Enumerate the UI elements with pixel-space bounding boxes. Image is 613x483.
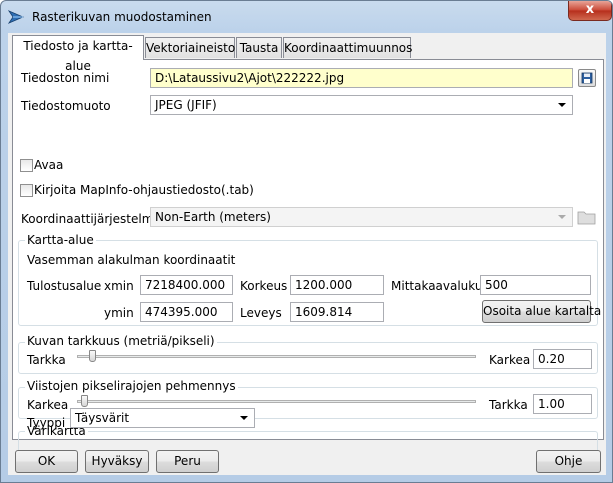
file-format-label: Tiedostomuoto <box>21 99 111 113</box>
file-format-select[interactable]: JPEG (JFIF) <box>150 95 573 115</box>
resolution-left-label: Tarkka <box>27 353 66 367</box>
apply-button[interactable]: Hyväksy <box>85 450 149 473</box>
chevron-down-icon <box>558 215 566 219</box>
smoothing-input[interactable]: 1.00 <box>533 394 592 414</box>
smoothing-title: Viistojen pikselirajojen pehmennys <box>25 379 238 393</box>
tab-panel: Tiedoston nimi D:\Lataussivu2\Ajot\22222… <box>12 59 604 467</box>
width-input[interactable]: 1609.814 <box>290 302 384 322</box>
window-title: Rasterikuvan muodostaminen <box>32 10 212 24</box>
map-area-subtitle: Vasemman alakulman koordinaatit <box>27 253 236 267</box>
chevron-down-icon <box>240 416 248 420</box>
folder-icon[interactable] <box>577 209 597 225</box>
open-checkbox[interactable] <box>20 159 33 172</box>
xmin-label: xmin <box>104 279 134 293</box>
xmin-input[interactable]: 7218400.000 <box>140 275 233 295</box>
open-checkbox-label: Avaa <box>34 158 64 172</box>
resolution-slider-thumb[interactable] <box>88 350 96 362</box>
save-icon <box>581 72 593 84</box>
show-area-on-map-button[interactable]: Osoita alue kartalta <box>482 300 601 323</box>
smoothing-left-label: Karkea <box>27 398 69 412</box>
map-area-title: Kartta-alue <box>25 233 96 247</box>
mapinfo-tab-checkbox[interactable] <box>20 184 33 197</box>
cancel-button[interactable]: Peru <box>156 450 219 473</box>
tab-coordinate-transform[interactable]: Koordinaattimuunnos <box>283 37 412 58</box>
help-button[interactable]: Ohje <box>536 450 601 473</box>
resolution-slider-track[interactable] <box>77 355 476 358</box>
width-label: Leveys <box>240 306 282 320</box>
app-icon <box>8 10 25 24</box>
resolution-input[interactable]: 0.20 <box>533 349 592 369</box>
tab-background[interactable]: Tausta <box>236 37 282 58</box>
dialog-client: Tiedosto ja kartta-alue Vektoriaineisto … <box>8 33 606 475</box>
close-button[interactable]: x <box>568 1 612 21</box>
ymin-input[interactable]: 474395.000 <box>140 302 233 322</box>
colormap-type-select[interactable]: Täysvärit <box>70 408 255 428</box>
title-bar[interactable]: Rasterikuvan muodostaminen x <box>1 1 612 33</box>
height-input[interactable]: 1200.000 <box>290 275 384 295</box>
mapinfo-tab-checkbox-label: Kirjoita MapInfo-ohjaustiedosto(.tab) <box>34 183 254 197</box>
ymin-label: ymin <box>104 306 134 320</box>
coord-system-value: Non-Earth (meters) <box>155 210 271 224</box>
height-label: Korkeus <box>240 279 288 293</box>
coord-system-label: Koordinaattijärjestelmä <box>21 212 161 226</box>
file-format-value: JPEG (JFIF) <box>155 98 217 112</box>
coord-system-select[interactable]: Non-Earth (meters) <box>150 207 573 227</box>
colormap-type-value: Täysvärit <box>75 411 130 425</box>
ok-button[interactable]: OK <box>15 450 78 473</box>
smoothing-slider-thumb[interactable] <box>81 395 88 407</box>
output-area-label: Tulostusalue <box>27 279 102 293</box>
resolution-right-label: Karkea <box>489 353 531 367</box>
smoothing-slider-track[interactable] <box>77 400 476 403</box>
chevron-down-icon <box>558 103 566 107</box>
browse-file-button[interactable] <box>578 69 596 87</box>
smoothing-right-label: Tarkka <box>489 398 528 412</box>
scale-input[interactable]: 500 <box>480 275 591 295</box>
scale-label: Mittakaavaluku <box>391 279 483 293</box>
colormap-type-label: Tyyppi <box>27 416 66 430</box>
file-name-input[interactable]: D:\Lataussivu2\Ajot\222222.jpg <box>150 68 573 88</box>
tab-vector-data[interactable]: Vektoriaineisto <box>145 37 235 58</box>
close-icon: x <box>585 2 595 17</box>
tab-file-and-map-area[interactable]: Tiedosto ja kartta-alue <box>12 35 144 73</box>
resolution-title: Kuvan tarkkuus (metriä/pikseli) <box>25 334 217 348</box>
dialog-window: Rasterikuvan muodostaminen x Tiedosto ja… <box>0 0 613 483</box>
